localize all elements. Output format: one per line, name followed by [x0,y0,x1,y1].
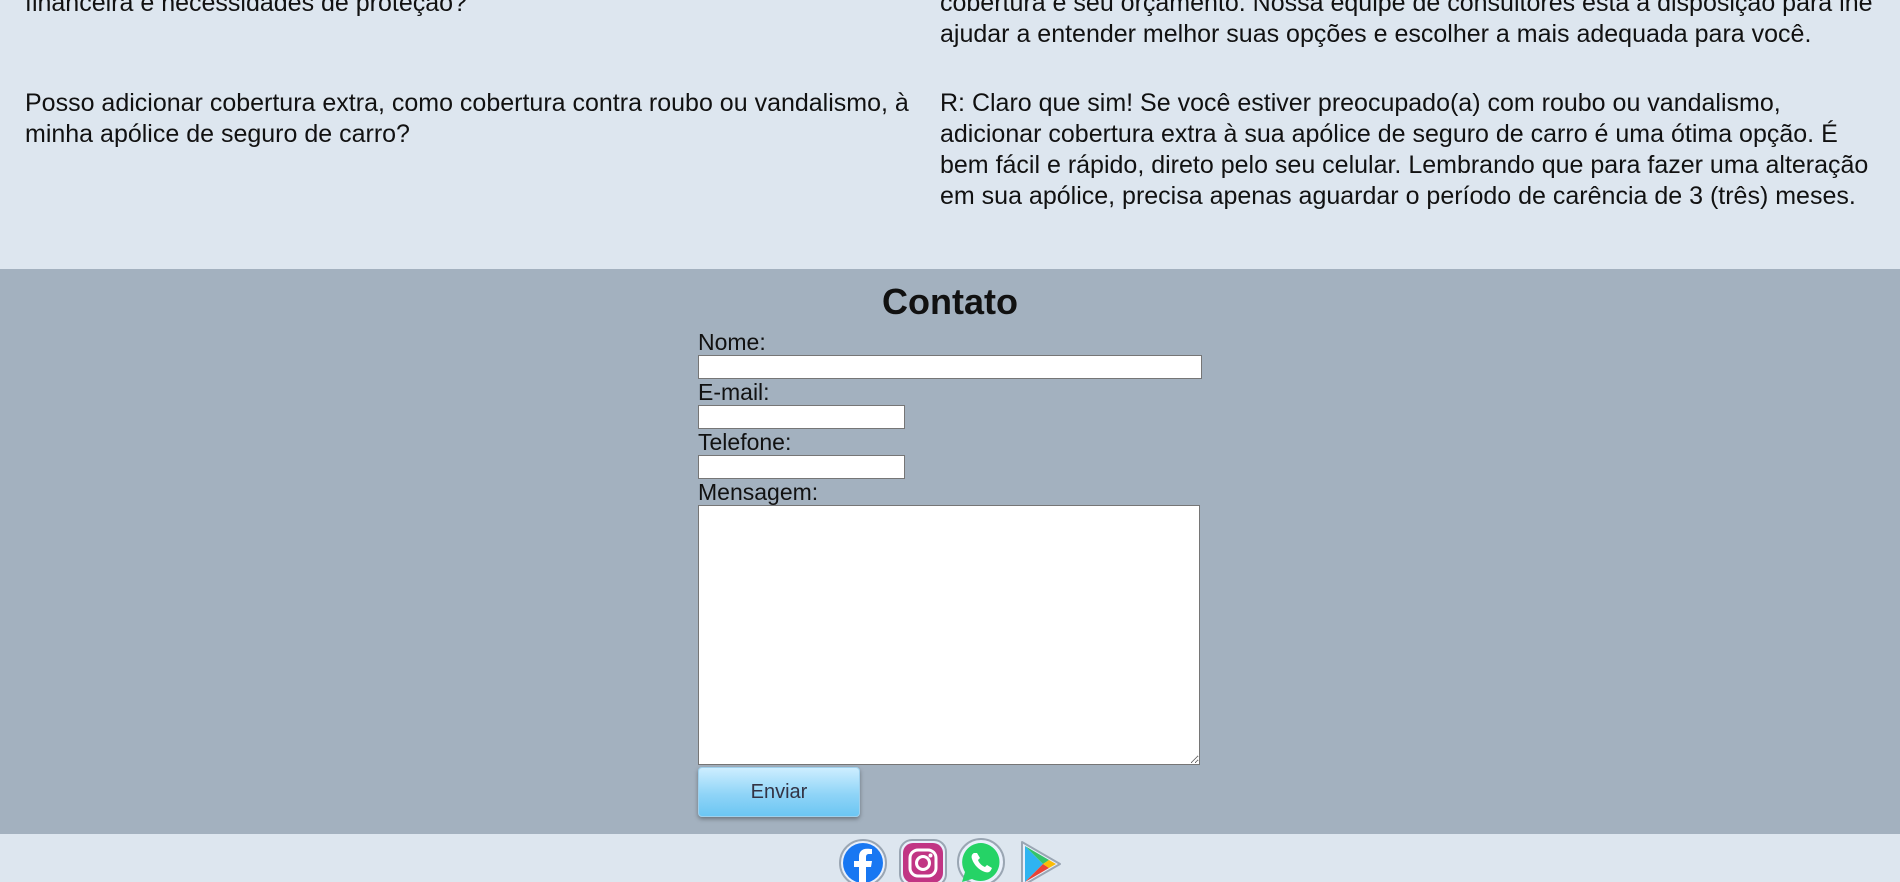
email-label: E-mail: [698,379,770,405]
faq-question: Posso adicionar cobertura extra, como co… [25,89,909,148]
contact-section: Contato Nome: E-mail: Telefone: Mensagem… [0,269,1900,834]
contact-form: Nome: E-mail: Telefone: Mensagem: Enviar [698,329,1218,817]
message-textarea[interactable] [698,505,1200,765]
faq-answer: R: Claro que sim! Se você estiver preocu… [940,89,1869,210]
whatsapp-icon[interactable] [956,838,1006,882]
facebook-icon[interactable] [838,838,888,882]
faq-question: financeira e necessidades de proteção? [25,0,467,17]
faq-section: financeira e necessidades de proteção? c… [0,0,1900,269]
contact-title: Contato [882,281,1018,322]
email-input[interactable] [698,405,905,429]
phone-input[interactable] [698,455,905,479]
google-play-icon[interactable] [1016,838,1066,882]
message-label: Mensagem: [698,479,819,505]
faq-answer: cobertura e seu orçamento. Nossa equipe … [940,0,1873,48]
phone-label: Telefone: [698,429,792,455]
submit-button[interactable]: Enviar [698,767,860,817]
instagram-icon[interactable] [898,838,948,882]
name-input[interactable] [698,355,1202,379]
name-label: Nome: [698,329,766,355]
footer [0,834,1900,882]
